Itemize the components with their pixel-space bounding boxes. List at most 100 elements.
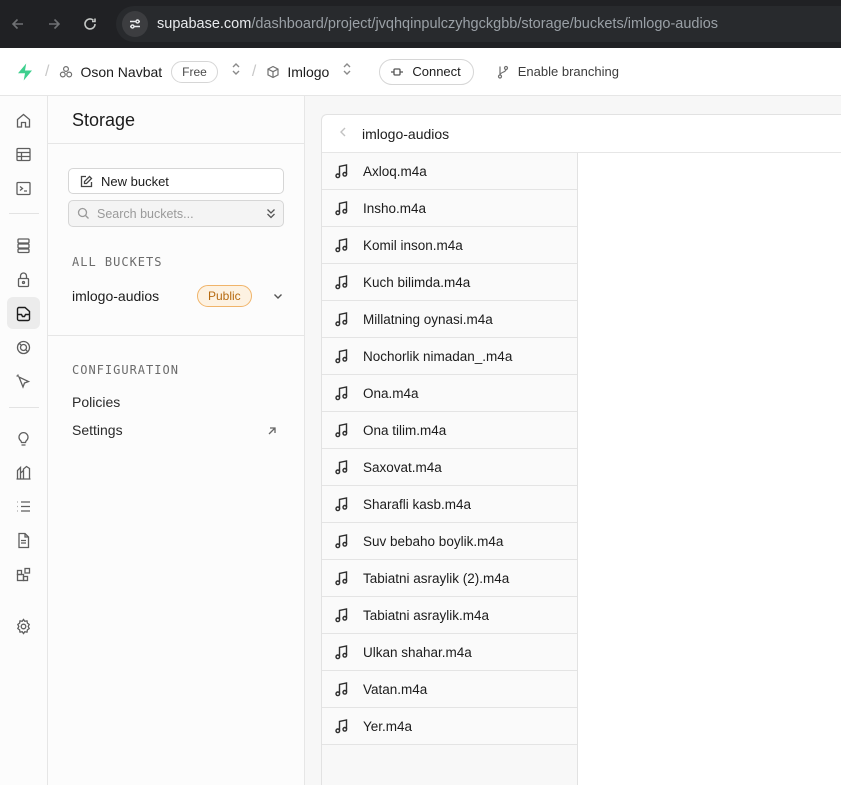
- browser-back-button[interactable]: [0, 0, 36, 48]
- nav-realtime[interactable]: [7, 365, 40, 397]
- org-selector[interactable]: Oson Navbat Free: [59, 60, 218, 83]
- file-row[interactable]: Saxovat.m4a: [322, 449, 577, 486]
- music-note-icon: [335, 348, 348, 363]
- plan-badge: Free: [171, 60, 218, 83]
- gear-icon: [16, 617, 31, 635]
- file-name: Axloq.m4a: [363, 163, 427, 179]
- new-bucket-label: New bucket: [101, 173, 169, 189]
- file-row[interactable]: Tabiatni asraylik.m4a: [322, 597, 577, 634]
- connect-button[interactable]: Connect: [379, 58, 474, 85]
- public-badge: Public: [197, 285, 252, 307]
- file-row[interactable]: Ona tilim.m4a: [322, 412, 577, 449]
- file-row[interactable]: Insho.m4a: [322, 190, 577, 227]
- file-name: Sharafli kasb.m4a: [363, 496, 472, 512]
- search-icon: [77, 207, 89, 219]
- cursor-icon: [16, 374, 31, 389]
- nav-logs[interactable]: [7, 490, 40, 522]
- edit-icon: [80, 175, 93, 187]
- file-row[interactable]: Tabiatni asraylik (2).m4a: [322, 560, 577, 597]
- file-row[interactable]: Sharafli kasb.m4a: [322, 486, 577, 523]
- search-placeholder: Search buckets...: [97, 206, 194, 221]
- blocks-icon: [16, 567, 31, 581]
- sidebar-title: Storage: [72, 110, 136, 130]
- file-row[interactable]: Vatan.m4a: [322, 671, 577, 708]
- lightbulb-icon: [18, 431, 29, 446]
- music-note-icon: [335, 718, 348, 733]
- enable-branching-button[interactable]: Enable branching: [496, 64, 619, 79]
- music-note-icon: [335, 311, 348, 326]
- new-bucket-button[interactable]: New bucket: [68, 168, 284, 194]
- nav-table-editor[interactable]: [7, 138, 40, 170]
- file-row[interactable]: Ona.m4a: [322, 375, 577, 412]
- file-name: Yer.m4a: [363, 718, 413, 734]
- music-note-icon: [335, 422, 348, 437]
- branching-label: Enable branching: [517, 64, 619, 79]
- file-name: Kuch bilimda.m4a: [363, 274, 471, 290]
- nav-reports[interactable]: [7, 456, 40, 488]
- org-switcher-icon[interactable]: [230, 62, 242, 81]
- nav-advisors[interactable]: [7, 422, 40, 454]
- file-row[interactable]: Ulkan shahar.m4a: [322, 634, 577, 671]
- chevron-left-icon[interactable]: [338, 125, 348, 143]
- file-row[interactable]: Komil inson.m4a: [322, 227, 577, 264]
- nav-home[interactable]: [7, 104, 40, 136]
- file-row[interactable]: Kuch bilimda.m4a: [322, 264, 577, 301]
- url-host: supabase.com: [157, 16, 252, 32]
- project-selector[interactable]: Imlogo: [266, 64, 329, 80]
- site-settings-icon[interactable]: [122, 11, 148, 37]
- file-name: Millatning oynasi.m4a: [363, 311, 493, 327]
- main-content: imlogo-audios Axloq.m4a Insho.m4a Komil in…: [305, 96, 841, 785]
- file-name: Suv bebaho boylik.m4a: [363, 533, 504, 549]
- file-name: Nochorlik nimadan_.m4a: [363, 348, 513, 364]
- file-row[interactable]: Millatning oynasi.m4a: [322, 301, 577, 338]
- org-name: Oson Navbat: [80, 63, 163, 80]
- breadcrumb-separator: /: [251, 62, 257, 80]
- browser-forward-button[interactable]: [36, 0, 72, 48]
- music-note-icon: [335, 533, 348, 548]
- list-icon: [17, 500, 30, 512]
- nav-database[interactable]: [7, 229, 40, 261]
- url-path: /dashboard/project/jvqhqinpulczyhgckgbb/…: [251, 16, 719, 32]
- nav-rail: [0, 96, 48, 785]
- plug-icon: [391, 67, 404, 76]
- browser-toolbar: supabase.com/dashboard/project/jvqhqinpu…: [0, 0, 841, 48]
- file-name: Ona.m4a: [363, 385, 419, 401]
- search-buckets-input[interactable]: Search buckets...: [68, 200, 284, 227]
- bucket-item[interactable]: imlogo-audios Public: [72, 285, 288, 307]
- music-note-icon: [335, 644, 348, 659]
- nav-storage[interactable]: [7, 297, 40, 329]
- chevron-down-icon[interactable]: [272, 289, 284, 307]
- file-row[interactable]: Axloq.m4a: [322, 153, 577, 190]
- music-note-icon: [335, 200, 348, 215]
- sidebar-divider: [48, 143, 305, 144]
- nav-api-docs[interactable]: [7, 524, 40, 556]
- bucket-title: imlogo-audios: [362, 125, 450, 142]
- sort-toggle-icon[interactable]: [265, 207, 277, 223]
- table-icon: [16, 147, 31, 161]
- file-row[interactable]: Nochorlik nimadan_.m4a: [322, 338, 577, 375]
- file-name: Insho.m4a: [363, 200, 427, 216]
- supabase-logo-icon[interactable]: [15, 62, 35, 82]
- functions-icon: [16, 340, 31, 354]
- arrow-right-icon: [49, 18, 61, 30]
- music-note-icon: [335, 274, 348, 289]
- address-bar[interactable]: supabase.com/dashboard/project/jvqhqinpu…: [116, 6, 841, 42]
- file-explorer: imlogo-audios Axloq.m4a Insho.m4a Komil in…: [321, 114, 841, 785]
- nav-authentication[interactable]: [7, 263, 40, 295]
- project-switcher-icon[interactable]: [341, 62, 353, 81]
- browser-reload-button[interactable]: [72, 0, 108, 48]
- policies-link[interactable]: Policies: [72, 394, 120, 410]
- nav-integrations[interactable]: [7, 558, 40, 590]
- file-row[interactable]: Suv bebaho boylik.m4a: [322, 523, 577, 560]
- nav-sql-editor[interactable]: [7, 172, 40, 204]
- file-row[interactable]: Yer.m4a: [322, 708, 577, 745]
- breadcrumb-separator: /: [45, 62, 50, 80]
- git-branch-icon: [497, 65, 508, 79]
- rail-divider: [9, 213, 39, 214]
- settings-link[interactable]: Settings: [72, 422, 123, 438]
- terminal-icon: [16, 181, 31, 195]
- nav-project-settings[interactable]: [7, 610, 40, 642]
- nav-edge-functions[interactable]: [7, 331, 40, 363]
- file-name: Vatan.m4a: [363, 681, 428, 697]
- app-header: / Oson Navbat Free / Imlogo Connect Enab…: [0, 48, 841, 96]
